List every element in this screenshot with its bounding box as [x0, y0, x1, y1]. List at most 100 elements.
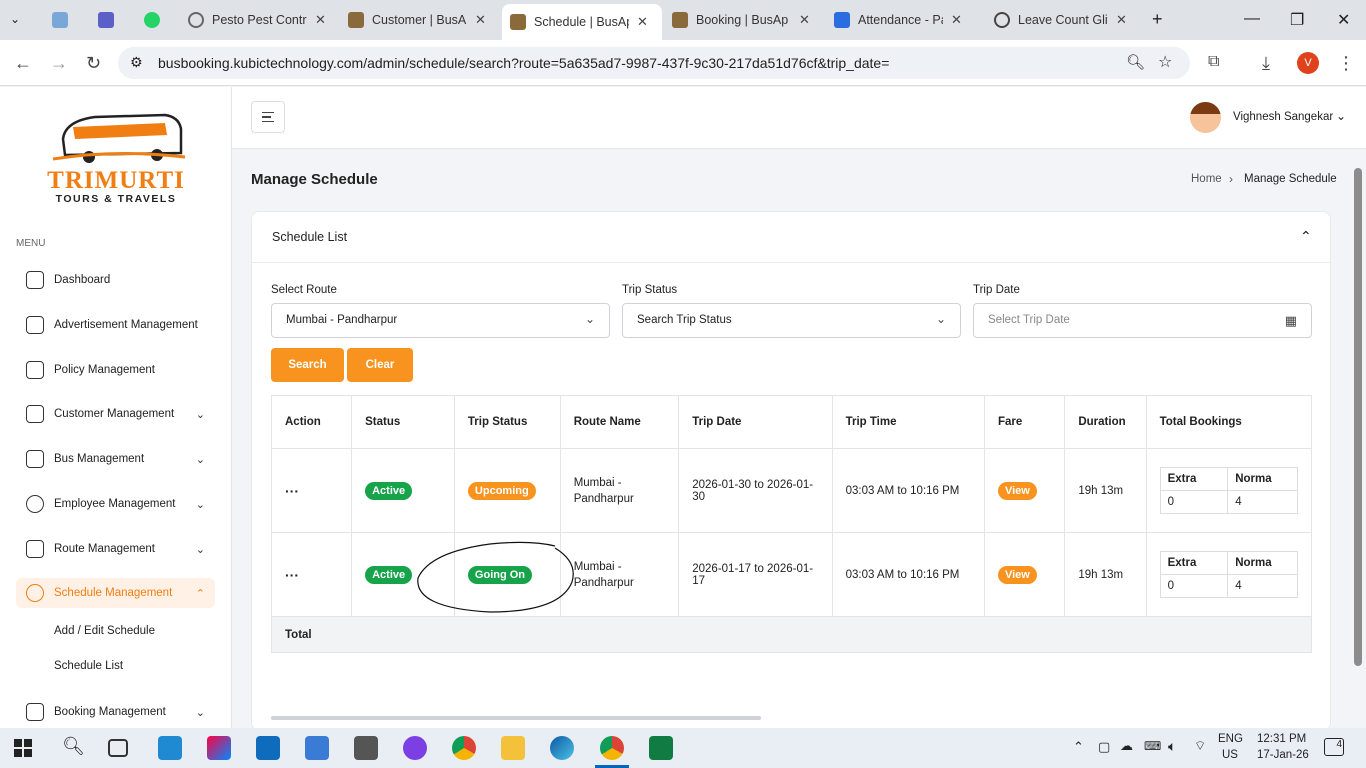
- weather-icon[interactable]: ☁: [1120, 738, 1133, 754]
- close-tab-icon[interactable]: ✕: [799, 12, 810, 28]
- clock-date[interactable]: 17-Jan-26: [1257, 749, 1309, 761]
- url-text[interactable]: busbooking.kubictechnology.com/admin/sch…: [158, 55, 889, 71]
- browser-tab[interactable]: Pesto Pest Contro ✕: [180, 6, 340, 34]
- trip-status-select[interactable]: Search Trip Status ⌄: [622, 303, 961, 338]
- sidebar-item-customer[interactable]: Customer Management ⌄: [16, 399, 215, 429]
- wifi-icon[interactable]: ⌔: [1194, 738, 1206, 754]
- vscode-icon[interactable]: [158, 736, 182, 760]
- extensions-icon[interactable]: ⧉: [1208, 53, 1219, 71]
- action-menu-icon[interactable]: ···: [271, 448, 353, 533]
- sidebar-toggle-button[interactable]: [251, 101, 285, 133]
- bookings-value-normal: 4: [1227, 490, 1298, 514]
- bookmark-star-icon[interactable]: ☆: [1158, 52, 1172, 72]
- sidebar-item-policy[interactable]: Policy Management: [16, 355, 215, 385]
- sidebar-subitem-add-edit-schedule[interactable]: Add / Edit Schedule: [54, 625, 155, 637]
- fare-view-button[interactable]: View: [997, 565, 1037, 584]
- restore-icon[interactable]: ❐: [1290, 10, 1304, 30]
- route-select[interactable]: Mumbai - Pandharpur ⌄: [271, 303, 610, 338]
- sidebar-item-bus[interactable]: Bus Management ⌄: [16, 444, 215, 474]
- brand-logo[interactable]: TRIMURTI TOURS & TRAVELS: [45, 109, 187, 205]
- language-secondary[interactable]: US: [1222, 749, 1238, 761]
- show-hidden-icons-icon[interactable]: ⌃: [1073, 739, 1084, 755]
- sidebar-item-schedule[interactable]: Schedule Management ⌃: [16, 578, 215, 608]
- whatsapp-icon[interactable]: [144, 12, 160, 28]
- clear-button[interactable]: Clear: [347, 348, 413, 382]
- outlook-icon[interactable]: [256, 736, 280, 760]
- doc-favicon-icon: [834, 12, 850, 28]
- omnibox[interactable]: ⚙ busbooking.kubictechnology.com/admin/s…: [118, 47, 1190, 79]
- user-name[interactable]: Vighnesh Sangekar: [1233, 111, 1333, 123]
- device-icon[interactable]: ▢: [1098, 739, 1110, 755]
- browser-tab[interactable]: Customer | BusAp ✕: [340, 6, 500, 34]
- close-tab-icon[interactable]: ✕: [637, 14, 648, 30]
- trip-date-input[interactable]: Select Trip Date ▦: [973, 303, 1312, 338]
- user-circle-icon: [26, 495, 44, 513]
- app-icon[interactable]: [403, 736, 427, 760]
- back-icon[interactable]: ←: [14, 53, 32, 74]
- bookings-header-extra: Extra: [1159, 467, 1229, 491]
- zoom-icon[interactable]: 🔍︎: [1126, 53, 1145, 71]
- sidebar-subitem-schedule-list[interactable]: Schedule List: [54, 660, 123, 672]
- close-tab-icon[interactable]: ✕: [315, 12, 326, 28]
- table-horizontal-scrollbar[interactable]: [271, 716, 761, 720]
- browser-tab[interactable]: Attendance - Pag ✕: [826, 6, 976, 34]
- page-vertical-scrollbar[interactable]: [1354, 168, 1362, 666]
- reload-icon[interactable]: ↻: [86, 53, 101, 74]
- sidebar-item-employee[interactable]: Employee Management ⌄: [16, 489, 215, 519]
- search-icon[interactable]: 🔍︎: [62, 736, 85, 757]
- sidebar-item-booking[interactable]: Booking Management ⌄: [16, 697, 215, 727]
- browser-tab[interactable]: Booking | BusAp ✕: [664, 6, 824, 34]
- sidebar-item-advertisement[interactable]: Advertisement Management: [16, 310, 215, 340]
- notification-icon[interactable]: 4: [1324, 738, 1344, 756]
- language-primary[interactable]: ENG: [1218, 733, 1243, 745]
- bookings-header-normal: Norma: [1227, 467, 1298, 491]
- store-icon[interactable]: [305, 736, 329, 760]
- site-info-icon[interactable]: ⚙: [130, 54, 143, 71]
- search-button[interactable]: Search: [271, 348, 344, 382]
- profile-avatar[interactable]: V: [1297, 52, 1319, 74]
- chevron-down-icon: ⌄: [195, 543, 205, 556]
- bus-icon: [26, 450, 44, 468]
- minimize-icon[interactable]: —: [1244, 10, 1260, 28]
- hamburger-icon: [262, 111, 274, 114]
- collapse-chevron-icon[interactable]: ⌃: [1300, 228, 1312, 245]
- fare-view-button[interactable]: View: [997, 481, 1037, 500]
- download-icon[interactable]: ⤓: [1262, 53, 1270, 74]
- browser-tab-active[interactable]: Schedule | BusAp ✕: [502, 4, 662, 40]
- close-tab-icon[interactable]: ✕: [1116, 12, 1127, 28]
- forward-icon[interactable]: →: [50, 53, 68, 74]
- teams-icon[interactable]: [98, 12, 114, 28]
- action-menu-icon[interactable]: ···: [271, 532, 353, 617]
- file-explorer-icon[interactable]: [501, 736, 525, 760]
- speaker-icon[interactable]: 🔈︎: [1168, 738, 1176, 755]
- calendar-icon[interactable]: ▦: [1285, 313, 1297, 329]
- pinned-tab-icon[interactable]: [52, 12, 68, 28]
- col-header-trip-time: Trip Time: [831, 395, 985, 449]
- sidebar-item-dashboard[interactable]: Dashboard: [16, 265, 215, 295]
- browser-tab[interactable]: Leave Count Glit ✕: [986, 6, 1138, 34]
- user-menu-chevron-icon[interactable]: ⌄: [1336, 109, 1346, 123]
- input-icon[interactable]: ⌨: [1144, 739, 1161, 753]
- clock-time[interactable]: 12:31 PM: [1257, 733, 1306, 745]
- trip-date-label: Trip Date: [973, 284, 1020, 296]
- user-avatar[interactable]: [1190, 102, 1221, 133]
- windows-start-icon[interactable]: [14, 739, 32, 757]
- browser-menu-icon[interactable]: ⋮: [1337, 53, 1355, 74]
- close-tab-icon[interactable]: ✕: [951, 12, 962, 28]
- new-tab-icon[interactable]: +: [1152, 9, 1163, 30]
- copilot-icon[interactable]: [207, 736, 231, 760]
- chrome-active-icon[interactable]: [600, 736, 624, 760]
- calculator-icon[interactable]: [354, 736, 378, 760]
- excel-icon[interactable]: [649, 736, 673, 760]
- edge-icon[interactable]: [550, 736, 574, 760]
- sidebar-item-route[interactable]: Route Management ⌄: [16, 534, 215, 564]
- close-tab-icon[interactable]: ✕: [475, 12, 486, 28]
- breadcrumb-home[interactable]: Home: [1191, 173, 1222, 185]
- task-view-icon[interactable]: [108, 739, 128, 757]
- breadcrumb-current: Manage Schedule: [1244, 173, 1337, 185]
- sidebar: TRIMURTI TOURS & TRAVELS MENU Dashboard …: [0, 87, 232, 728]
- chrome-icon[interactable]: [452, 736, 476, 760]
- tab-search-chevron-icon[interactable]: ⌄: [10, 12, 20, 26]
- close-window-icon[interactable]: ✕: [1337, 10, 1350, 30]
- total-bookings-cell: Extra Norma 04: [1145, 448, 1312, 533]
